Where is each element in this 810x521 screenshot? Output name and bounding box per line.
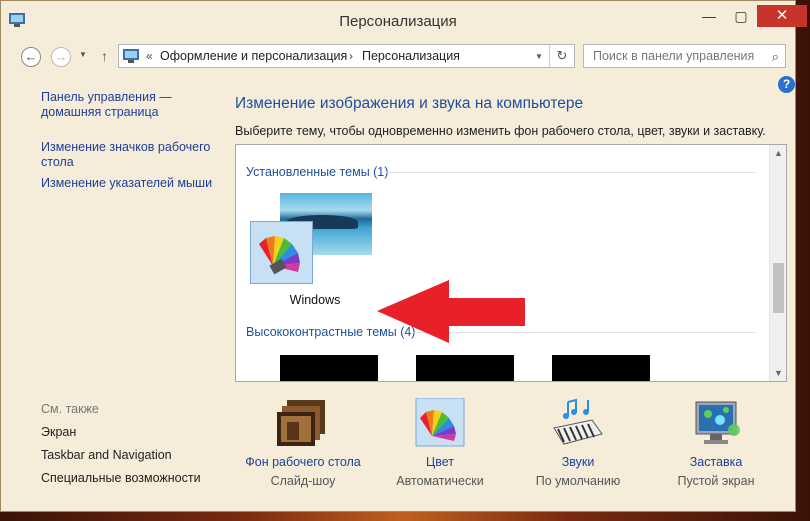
- up-button[interactable]: ↑: [101, 48, 108, 64]
- breadcrumb-appearance[interactable]: Оформление и персонализация: [160, 49, 347, 63]
- scroll-up-icon[interactable]: ▲: [770, 145, 786, 161]
- high-contrast-theme-2[interactable]: [416, 355, 514, 381]
- desktop-background-icon: [277, 400, 325, 446]
- theme-settings-bar: Фон рабочего стола Слайд-шоу Цвет Автома…: [235, 398, 787, 498]
- sounds-value: По умолчанию: [535, 474, 621, 488]
- sounds-label[interactable]: Звуки: [508, 455, 648, 469]
- forward-button[interactable]: →: [51, 47, 71, 67]
- see-also-heading: См. также: [41, 402, 99, 416]
- left-navigation: Панель управления — домашняя страница Из…: [41, 90, 216, 191]
- control-panel-icon: [123, 49, 139, 63]
- installed-themes-label: Установленные темы (1): [246, 165, 389, 179]
- page-title: Изменение изображения и звука на компьют…: [235, 95, 584, 112]
- search-placeholder: Поиск в панели управления: [593, 49, 755, 63]
- see-also-section: См. также Экран Taskbar and Navigation С…: [41, 402, 216, 494]
- screensaver-value: Пустой экран: [677, 474, 755, 488]
- scroll-down-icon[interactable]: ▼: [770, 365, 786, 381]
- window-title: Персонализация: [339, 13, 457, 30]
- sounds-icon: [553, 398, 603, 445]
- red-arrow-annotation: [377, 280, 525, 343]
- desktop-background-label[interactable]: Фон рабочего стола: [233, 455, 373, 469]
- breadcrumb-overflow[interactable]: «: [146, 49, 153, 63]
- search-input[interactable]: Поиск в панели управления ⌕: [583, 44, 786, 68]
- breadcrumb-separator[interactable]: ›: [349, 49, 353, 63]
- change-mouse-pointers-link[interactable]: Изменение указателей мыши: [41, 176, 216, 191]
- high-contrast-theme-1[interactable]: [280, 355, 378, 381]
- change-desktop-icons-link[interactable]: Изменение значков рабочего стола: [41, 140, 216, 170]
- high-contrast-theme-3[interactable]: [552, 355, 650, 381]
- theme-list[interactable]: Установленные темы (1) Windows Высококон…: [235, 144, 787, 382]
- theme-color-preview: [250, 221, 313, 284]
- personalization-window: Персонализация — ▢ ✕ ← → ▼ ↑ « Оформлени…: [0, 0, 807, 512]
- recent-pages-dropdown[interactable]: ▼: [79, 50, 87, 59]
- back-button[interactable]: ←: [21, 47, 41, 67]
- breadcrumb-personalization[interactable]: Персонализация: [362, 49, 460, 63]
- screensaver-icon: [695, 401, 740, 444]
- help-icon[interactable]: ?: [778, 76, 795, 93]
- title-bar[interactable]: Персонализация — ▢ ✕: [1, 1, 807, 39]
- theme-windows[interactable]: Windows: [250, 193, 380, 313]
- close-button[interactable]: ✕: [757, 5, 807, 27]
- maximize-button[interactable]: ▢: [727, 5, 755, 27]
- control-panel-home-link[interactable]: Панель управления — домашняя страница: [41, 90, 216, 120]
- scroll-thumb[interactable]: [773, 263, 784, 313]
- search-icon[interactable]: ⌕: [772, 49, 779, 65]
- display-link[interactable]: Экран: [41, 425, 216, 440]
- taskbar-navigation-link[interactable]: Taskbar and Navigation: [41, 448, 216, 463]
- theme-name: Windows: [289, 293, 341, 307]
- address-dropdown[interactable]: ▼: [535, 52, 543, 61]
- color-label[interactable]: Цвет: [370, 455, 510, 469]
- theme-list-scrollbar[interactable]: ▲ ▼: [769, 145, 786, 381]
- screensaver-label[interactable]: Заставка: [646, 455, 786, 469]
- address-bar[interactable]: « Оформление и персонализация › Персонал…: [118, 44, 575, 68]
- page-description: Выберите тему, чтобы одновременно измени…: [235, 124, 766, 138]
- minimize-button[interactable]: —: [695, 5, 723, 27]
- color-icon: [415, 398, 465, 447]
- group-divider: [386, 172, 756, 173]
- navigation-bar: ← → ▼ ↑ « Оформление и персонализация › …: [1, 39, 795, 73]
- color-fan-icon: [259, 236, 300, 275]
- main-content: ? Панель управления — домашняя страница …: [1, 73, 795, 511]
- color-value: Автоматически: [396, 474, 484, 488]
- desktop-background-value: Слайд-шоу: [270, 474, 336, 488]
- refresh-button[interactable]: ↻: [549, 45, 574, 67]
- accessibility-link[interactable]: Специальные возможности: [41, 471, 216, 486]
